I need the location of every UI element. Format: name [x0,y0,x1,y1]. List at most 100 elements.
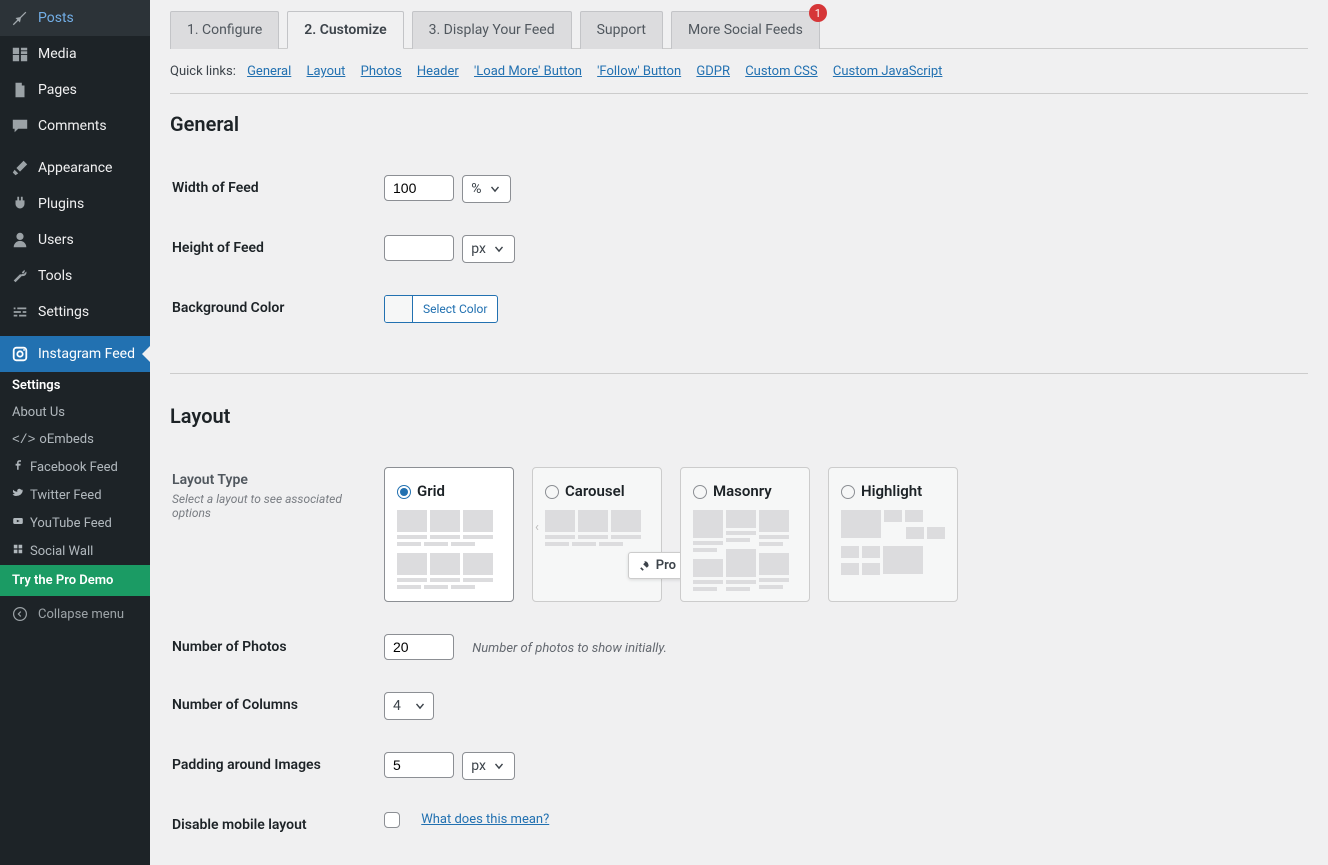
quick-links-label: Quick links: [170,64,236,79]
height-input[interactable] [384,235,454,261]
quick-link-loadmore[interactable]: 'Load More' Button [474,64,582,79]
bg-color-label: Background Color [172,280,372,341]
layout-type-sublabel: Select a layout to see associated option… [172,492,362,520]
radio-icon [545,485,559,499]
chevron-down-icon [492,242,506,256]
quick-link-general[interactable]: General [247,64,291,79]
radio-icon [841,485,855,499]
tab-display[interactable]: 3. Display Your Feed [412,11,572,49]
try-pro-button[interactable]: Try the Pro Demo [0,565,150,596]
layout-type-label: Layout Type [172,472,362,488]
section-title-general: General [170,112,1308,136]
main-content: 1. Configure 2. Customize 3. Display You… [150,0,1328,865]
submenu-item-settings[interactable]: Settings [0,372,150,399]
code-icon: </> [12,432,35,447]
notification-badge: 1 [809,4,827,22]
tab-more-feeds[interactable]: More Social Feeds 1 [671,11,820,49]
plug-icon [10,194,30,214]
facebook-icon [12,459,26,471]
submenu-item-oembeds[interactable]: </>oEmbeds [0,426,150,453]
media-icon [10,44,30,64]
quick-link-follow[interactable]: 'Follow' Button [597,64,681,79]
sidebar-item-tools[interactable]: Tools [0,258,150,294]
youtube-icon [12,515,26,527]
submenu-item-facebook[interactable]: Facebook Feed [0,453,150,481]
sidebar-item-pages[interactable]: Pages [0,72,150,108]
quick-link-layout[interactable]: Layout [307,64,346,79]
sidebar-item-users[interactable]: Users [0,222,150,258]
color-swatch [385,296,413,322]
collapse-menu-button[interactable]: Collapse menu [0,596,150,632]
num-photos-input[interactable] [384,634,454,660]
sidebar-item-label: Instagram Feed [38,346,135,362]
submenu-item-youtube[interactable]: YouTube Feed [0,509,150,537]
comment-icon [10,116,30,136]
num-cols-select[interactable]: 4 [384,692,434,720]
layout-preview-masonry [693,510,797,591]
tab-bar: 1. Configure 2. Customize 3. Display You… [170,10,1308,49]
layout-option-carousel[interactable]: Carousel ‹ Pro [532,467,662,602]
sidebar-item-label: Media [38,46,77,62]
layout-option-masonry[interactable]: Masonry [680,467,810,602]
sidebar-item-comments[interactable]: Comments [0,108,150,144]
num-photos-label: Number of Photos [172,619,372,675]
height-unit-select[interactable]: px [462,235,515,263]
chevron-down-icon [492,759,506,773]
sidebar-item-label: Comments [38,118,107,134]
grid-icon [12,543,26,555]
quick-link-css[interactable]: Custom CSS [745,64,817,79]
submenu-item-twitter[interactable]: Twitter Feed [0,481,150,509]
layout-option-grid[interactable]: Grid [384,467,514,602]
sliders-icon [10,302,30,322]
tab-customize[interactable]: 2. Customize [287,11,403,49]
padding-input[interactable] [384,752,454,778]
padding-unit-select[interactable]: px [462,752,515,780]
quick-link-header[interactable]: Header [417,64,459,79]
section-divider [170,373,1308,374]
section-title-layout: Layout [170,404,1308,428]
tab-configure[interactable]: 1. Configure [170,11,279,49]
sidebar-item-label: Users [38,232,74,248]
wrench-icon [10,266,30,286]
sidebar-item-media[interactable]: Media [0,36,150,72]
layout-preview-carousel: ‹ [545,510,649,546]
collapse-icon [10,604,30,624]
sidebar-item-appearance[interactable]: Appearance [0,150,150,186]
width-label: Width of Feed [172,160,372,218]
width-input[interactable] [384,175,454,201]
layout-preview-grid [397,510,501,589]
quick-link-gdpr[interactable]: GDPR [696,64,730,79]
quick-links: Quick links: General Layout Photos Heade… [170,64,1308,94]
page-icon [10,80,30,100]
submenu-item-about[interactable]: About Us [0,399,150,426]
submenu-item-socialwall[interactable]: Social Wall [0,537,150,565]
sidebar-item-instagram-feed[interactable]: Instagram Feed [0,336,150,372]
sidebar-item-label: Settings [38,304,89,320]
quick-link-js[interactable]: Custom JavaScript [833,64,943,79]
height-label: Height of Feed [172,220,372,278]
radio-icon [397,485,411,499]
chevron-down-icon [488,182,502,196]
num-photos-desc: Number of photos to show initially. [472,641,667,656]
sidebar-item-label: Tools [38,268,72,284]
disable-mobile-checkbox[interactable] [384,812,400,828]
tab-support[interactable]: Support [580,11,663,49]
sidebar-item-settings[interactable]: Settings [0,294,150,330]
layout-option-highlight[interactable]: Highlight [828,467,958,602]
pin-icon [10,8,30,28]
width-unit-select[interactable]: % [462,175,510,203]
brush-icon [10,158,30,178]
chevron-down-icon [413,699,427,713]
disable-mobile-label: Disable mobile layout [172,797,372,853]
sidebar-item-plugins[interactable]: Plugins [0,186,150,222]
pro-badge: Pro [628,552,687,579]
color-picker-button[interactable]: Select Color [384,295,498,323]
sidebar-item-posts[interactable]: Posts [0,0,150,36]
twitter-icon [12,487,26,499]
sidebar-item-label: Posts [38,10,74,26]
quick-link-photos[interactable]: Photos [361,64,402,79]
help-link[interactable]: What does this mean? [421,812,549,827]
instagram-icon [10,344,30,364]
sidebar-item-label: Appearance [38,160,112,176]
sidebar-item-label: Plugins [38,196,84,212]
